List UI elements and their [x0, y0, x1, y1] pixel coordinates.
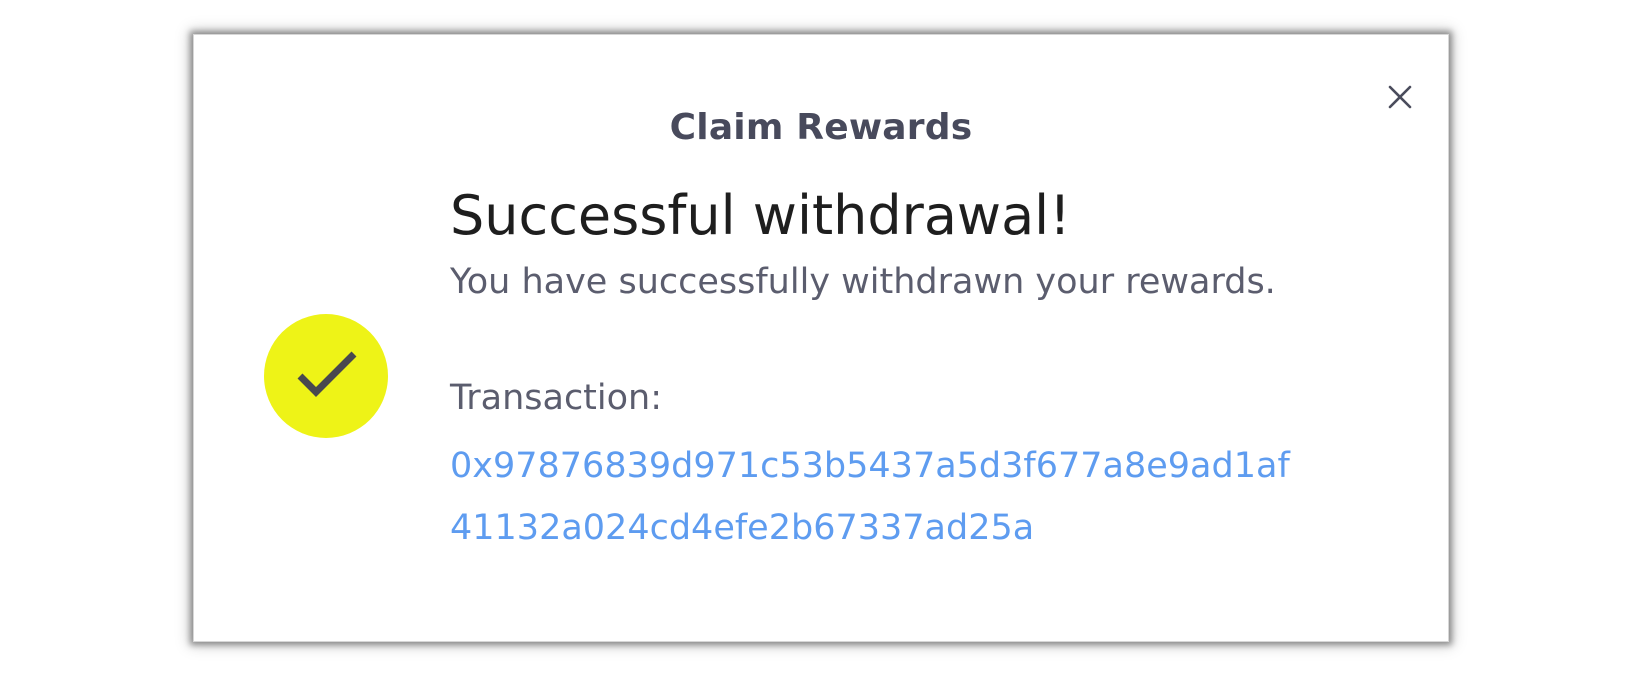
checkmark-icon	[297, 351, 357, 397]
transaction-label: Transaction:	[450, 378, 663, 418]
status-content: Successful withdrawal! You have successf…	[450, 181, 1410, 559]
close-button[interactable]	[1382, 79, 1418, 115]
transaction-hash-line-1: 0x97876839d971c53b5437a5d3f677a8e9ad1af	[450, 446, 1290, 486]
success-badge	[264, 314, 388, 438]
success-heading: Successful withdrawal!	[450, 184, 1071, 247]
page-backdrop: Claim Rewards Successful withdrawal! You…	[0, 0, 1649, 676]
modal-title: Claim Rewards	[669, 107, 973, 148]
success-message: You have successfully withdrawn your rew…	[450, 262, 1276, 302]
transaction-hash-line-2: 41132a024cd4efe2b67337ad25a	[450, 508, 1035, 548]
transaction-hash-link[interactable]: 0x97876839d971c53b5437a5d3f677a8e9ad1af …	[450, 435, 1370, 559]
claim-rewards-modal: Claim Rewards Successful withdrawal! You…	[193, 34, 1449, 642]
close-icon	[1388, 85, 1412, 109]
